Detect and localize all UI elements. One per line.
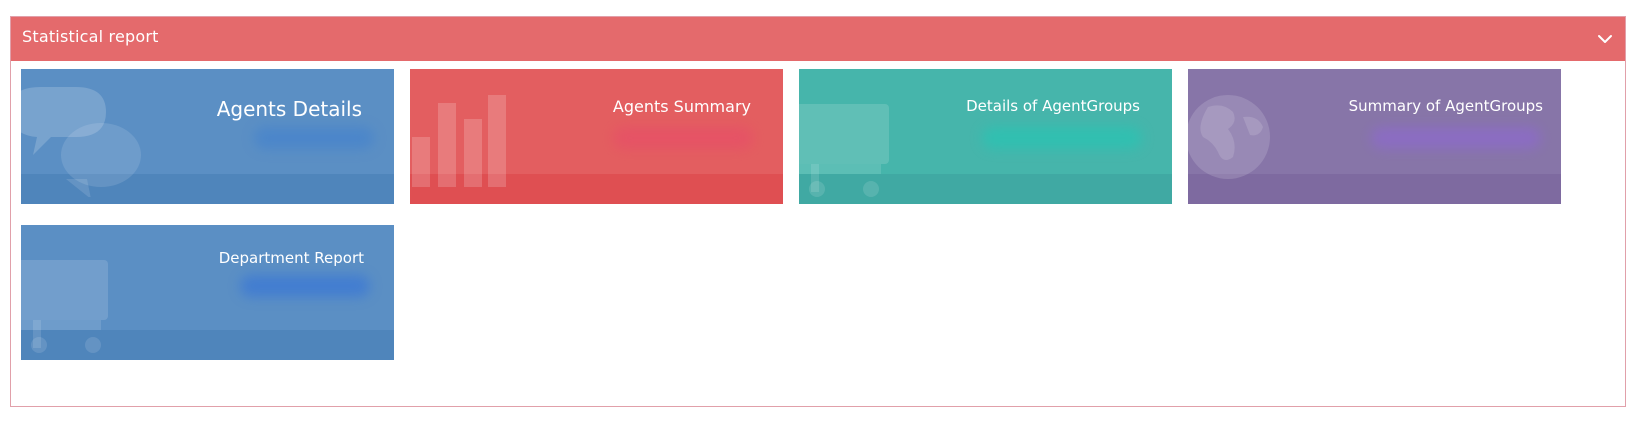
tile-label: Agents Summary	[612, 97, 751, 116]
tile-agents-summary[interactable]: Agents Summary	[410, 69, 783, 204]
bar-chart-icon	[410, 87, 530, 197]
tile-blurred-value	[240, 275, 370, 297]
tile-details-of-agentgroups[interactable]: Details of AgentGroups	[799, 69, 1172, 204]
tile-summary-of-agentgroups[interactable]: Summary of AgentGroups	[1188, 69, 1561, 204]
tile-label: Agents Details	[216, 97, 362, 121]
tile-label: Department Report	[218, 249, 364, 267]
statistical-report-panel: Statistical report Agents Details Agents…	[10, 16, 1626, 407]
tile-blurred-value	[613, 127, 753, 149]
tile-label: Summary of AgentGroups	[1348, 97, 1543, 115]
panel-title: Statistical report	[22, 27, 159, 46]
tile-blurred-value	[1371, 127, 1541, 149]
cart-icon	[21, 243, 141, 353]
cart-icon	[799, 87, 919, 197]
globe-icon	[1188, 87, 1308, 197]
tile-blurred-value	[254, 127, 374, 149]
tile-blurred-value	[982, 127, 1142, 149]
tile-department-report[interactable]: Department Report	[21, 225, 394, 360]
tile-agents-details[interactable]: Agents Details	[21, 69, 394, 204]
panel-header[interactable]: Statistical report	[11, 17, 1625, 61]
chevron-down-icon[interactable]	[1595, 31, 1615, 47]
chat-bubbles-icon	[21, 87, 141, 199]
tile-label: Details of AgentGroups	[966, 97, 1140, 115]
